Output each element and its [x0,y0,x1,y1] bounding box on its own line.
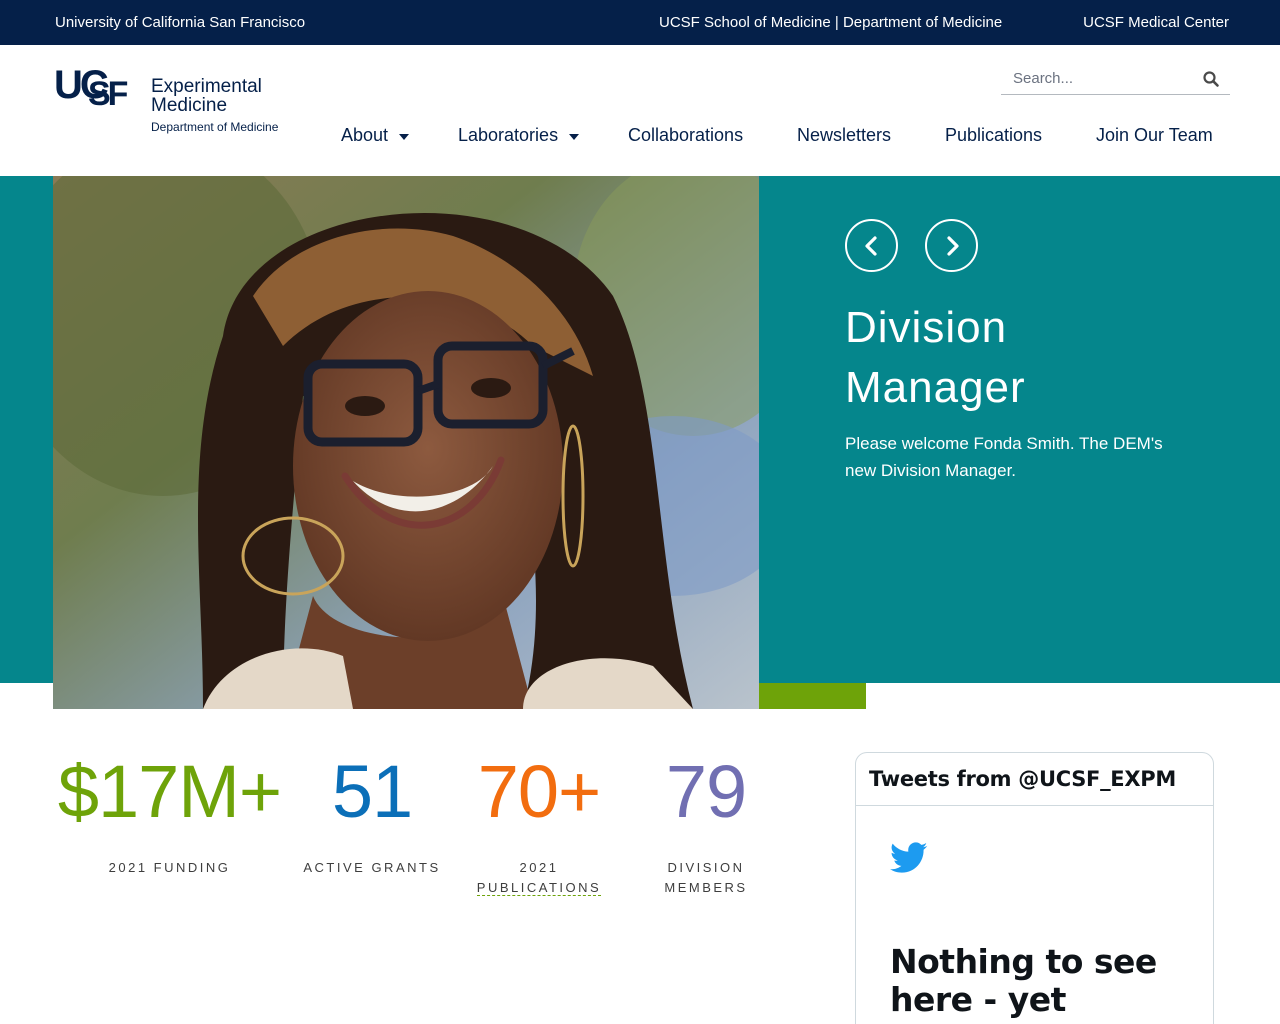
chevron-left-icon [865,236,877,256]
utility-bar: University of California San Francisco U… [0,0,1280,45]
stat-label-line1: DIVISION [667,860,745,875]
publications-link[interactable]: PUBLICATIONS [476,880,602,896]
chevron-right-icon [947,236,959,256]
stat-value: 51 [331,750,413,833]
nav-item-label: Collaborations [628,125,744,145]
tweets-empty-line2: here - yet [890,980,1066,1019]
nav-item-label: Laboratories [458,125,559,145]
nav-item-label: Newsletters [797,125,892,145]
logo-title-line2: Medicine [151,95,228,116]
tweets-empty-message: Nothing to see here - yet [890,943,1180,1019]
nav-item-publications[interactable]: Publications [945,125,1042,146]
stat-label: ACTIVE GRANTS [303,860,441,875]
stat-value: 79 [665,750,747,833]
logo-title-line1: Experimental [151,76,262,97]
site-header: UC SF Experimental Medicine Department o… [0,45,1280,176]
caret-down-icon [399,133,410,140]
hero-title-line1: Division [845,303,1008,352]
twitter-bird-icon [890,842,928,873]
nav-item-laboratories[interactable]: Laboratories [458,125,580,146]
nav-item-join-our-team[interactable]: Join Our Team [1096,125,1213,146]
stat-publications: 70+ 2021 PUBLICATIONS [456,752,622,898]
twitter-timeline-widget: Tweets from @UCSF_EXPM Nothing to see he… [855,752,1214,1024]
nav-item-label: Join Our Team [1096,125,1213,145]
stat-label: DIVISION MEMBERS [652,858,760,898]
school-department-link[interactable]: UCSF School of Medicine | Department of … [659,14,1002,31]
logo-mark-sf: SF [88,75,128,113]
carousel-next-button[interactable] [925,219,978,272]
caret-down-icon [569,133,580,140]
search-box [1001,64,1230,95]
stat-label-prefix: 2021 [519,860,559,875]
stat-label: 2021 PUBLICATIONS [456,858,622,898]
search-input[interactable] [1001,64,1191,92]
hero-accent-bar [759,683,866,709]
nav-item-label: Publications [945,125,1043,145]
stat-label: 2021 FUNDING [108,860,231,875]
tweets-header[interactable]: Tweets from @UCSF_EXPM [856,753,1213,806]
stat-active-grants: 51 ACTIVE GRANTS [301,752,443,878]
tweets-empty-line1: Nothing to see [890,942,1157,981]
stat-value: $17M+ [57,750,282,833]
nav-item-newsletters[interactable]: Newsletters [797,125,891,146]
hero-title: Division Manager [845,298,1145,418]
nav-item-collaborations[interactable]: Collaborations [628,125,743,146]
nav-item-about[interactable]: About [341,125,410,146]
university-link[interactable]: University of California San Francisco [55,14,305,31]
nav-item-label: About [341,125,389,145]
stat-division-members: 79 DIVISION MEMBERS [652,752,760,898]
search-icon[interactable] [1202,70,1220,88]
carousel-prev-button[interactable] [845,219,898,272]
hero-portrait-photo [53,176,759,709]
stat-label-line2: MEMBERS [664,880,748,895]
medical-center-link[interactable]: UCSF Medical Center [1083,14,1229,31]
hero-title-line2: Manager [845,363,1026,412]
hero-description: Please welcome Fonda Smith. The DEM's ne… [845,434,1163,480]
stat-value: 70+ [477,750,602,833]
stat-funding: $17M+ 2021 FUNDING [54,752,285,878]
main-navigation: About Laboratories Collaborations Newsle… [0,125,1280,149]
